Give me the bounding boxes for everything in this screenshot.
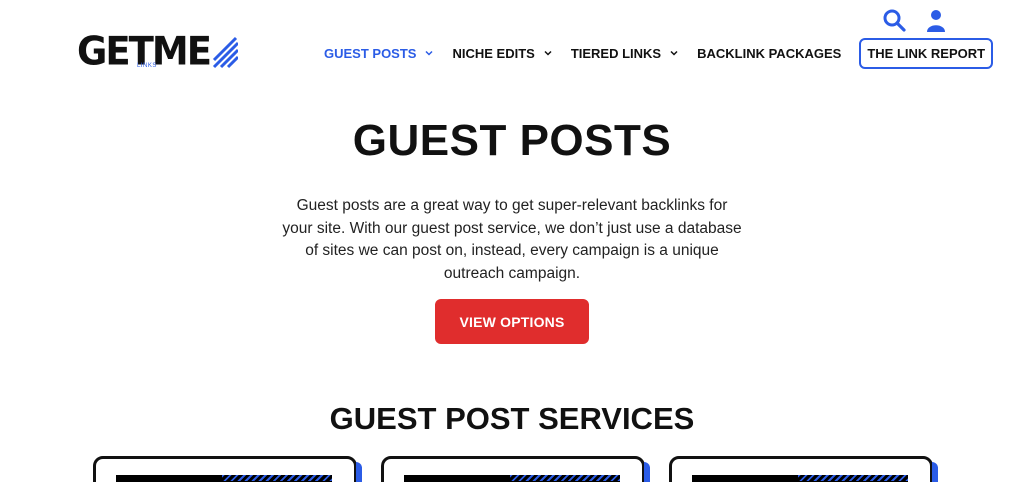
search-icon[interactable] — [882, 8, 906, 32]
nav-item-tiered-links[interactable]: TIERED LINKS — [571, 46, 679, 61]
nav-label: TIERED LINKS — [570, 45, 662, 61]
nav-item-niche-edits[interactable]: NICHE EDITS — [452, 46, 552, 61]
site-logo[interactable]: GETME — [77, 32, 238, 71]
service-card-image — [692, 475, 908, 482]
service-card[interactable] — [93, 456, 362, 482]
service-card-image — [116, 475, 332, 482]
main-nav: GUEST POSTS NICHE EDITS TIERED LINKS BAC… — [324, 37, 994, 69]
chevron-down-icon — [544, 50, 552, 56]
logo-subtext: LINKS — [137, 63, 157, 69]
nav-label: NICHE EDITS — [452, 45, 535, 61]
nav-item-backlink-packages[interactable]: BACKLINK PACKAGES — [697, 46, 841, 61]
nav-item-guest-posts[interactable]: GUEST POSTS — [324, 46, 434, 61]
view-options-button[interactable]: VIEW OPTIONS — [435, 299, 589, 344]
chevron-down-icon — [425, 50, 433, 56]
logo-stripes-icon — [212, 36, 238, 69]
user-icon[interactable] — [924, 8, 948, 32]
nav-item-the-link-report[interactable]: THE LINK REPORT — [859, 37, 994, 69]
service-card[interactable] — [381, 456, 650, 482]
hero-description: Guest posts are a great way to get super… — [282, 197, 742, 282]
chevron-down-icon — [670, 50, 678, 56]
service-card-image — [404, 475, 620, 482]
services-title: GUEST POST SERVICES — [329, 401, 695, 436]
nav-label: GUEST POSTS — [324, 45, 417, 61]
service-card[interactable] — [669, 456, 938, 482]
page-title: GUEST POSTS — [352, 116, 672, 165]
nav-label: THE LINK REPORT — [867, 45, 986, 61]
nav-label: BACKLINK PACKAGES — [697, 45, 842, 61]
header-utility-icons — [882, 8, 948, 32]
